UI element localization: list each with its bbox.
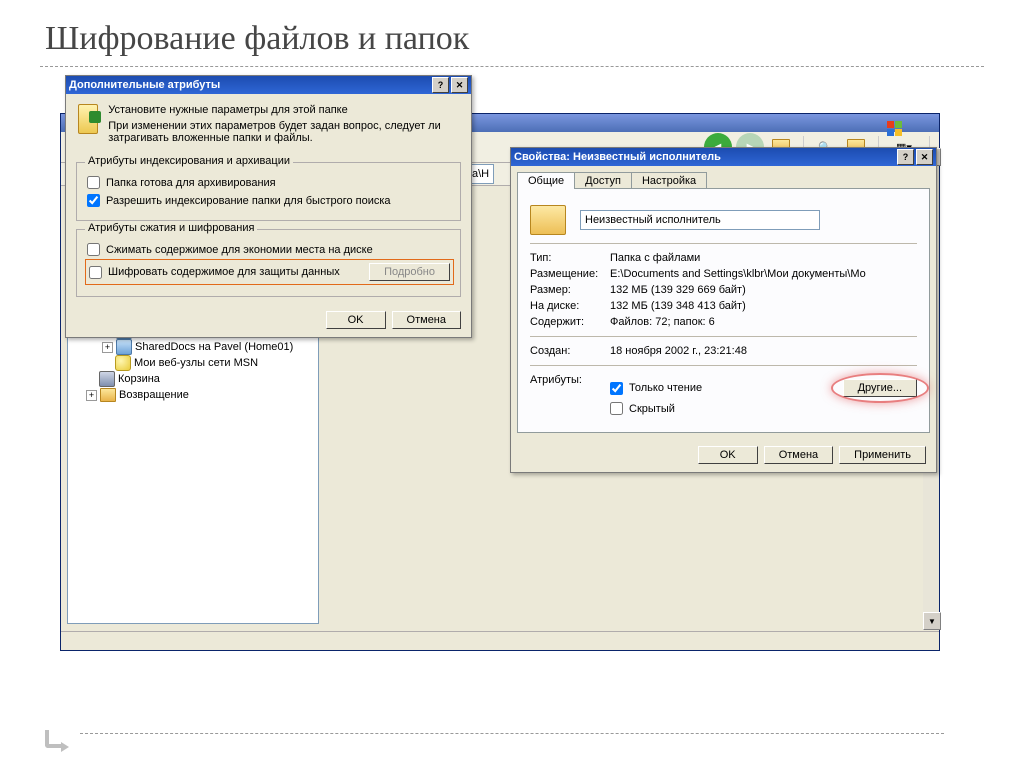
tree-item[interactable]: + SharedDocs на Pavel (Home01) [68, 339, 318, 355]
tree-item-label: Мои веб-узлы сети MSN [134, 357, 258, 369]
tab-customize[interactable]: Настройка [631, 172, 707, 189]
tree-item[interactable]: + Возвращение [68, 387, 318, 403]
tree-item[interactable]: Мои веб-узлы сети MSN [68, 355, 318, 371]
encrypt-checkbox[interactable] [89, 266, 102, 279]
advanced-button[interactable]: Другие... [843, 379, 917, 397]
divider-bottom [80, 733, 944, 734]
tree-item-label: SharedDocs на Pavel (Home01) [135, 341, 293, 353]
size-label: Размер: [530, 284, 610, 296]
adv-titlebar[interactable]: Дополнительные атрибуты ? ✕ [66, 76, 471, 94]
ok-button[interactable]: OK [326, 311, 386, 329]
adv-hint-1: Установите нужные параметры для этой пап… [108, 104, 459, 116]
tabs: Общие Доступ Настройка [511, 166, 936, 189]
archive-checkbox[interactable] [87, 176, 100, 189]
contains-value: Файлов: 72; папок: 6 [610, 316, 917, 328]
scroll-down-icon[interactable]: ▼ [923, 612, 941, 630]
apply-button[interactable]: Применить [839, 446, 926, 464]
folder-icon [115, 355, 131, 371]
folder-icon [116, 339, 132, 355]
created-label: Создан: [530, 345, 610, 357]
folder-icon [100, 388, 116, 402]
folder-icon [530, 205, 566, 235]
size-value: 132 МБ (139 329 669 байт) [610, 284, 917, 296]
slide-corner-icon [45, 730, 63, 748]
expand-icon[interactable]: + [102, 342, 113, 353]
slide-title: Шифрование файлов и папок [0, 0, 1024, 66]
hidden-checkbox[interactable] [610, 402, 623, 415]
tab-general[interactable]: Общие [517, 172, 575, 189]
properties-title: Свойства: Неизвестный исполнитель [514, 151, 721, 163]
location-value: E:\Documents and Settings\klbr\Мои докум… [610, 268, 917, 280]
group-compress-encrypt-legend: Атрибуты сжатия и шифрования [85, 222, 257, 234]
group-compress-encrypt: Атрибуты сжатия и шифрования Сжимать сод… [76, 229, 461, 297]
close-button[interactable]: ✕ [916, 149, 933, 165]
created-value: 18 ноября 2002 г., 23:21:48 [610, 345, 917, 357]
tab-sharing[interactable]: Доступ [574, 172, 632, 189]
help-button[interactable]: ? [432, 77, 449, 93]
properties-dialog: Свойства: Неизвестный исполнитель ? ✕ Об… [510, 147, 937, 473]
statusbar [61, 631, 939, 650]
readonly-label: Только чтение [629, 382, 702, 394]
hidden-label: Скрытый [629, 403, 675, 415]
windows-flag-icon [887, 121, 905, 137]
close-button[interactable]: ✕ [451, 77, 468, 93]
ok-button[interactable]: OK [698, 446, 758, 464]
sizeondisk-label: На диске: [530, 300, 610, 312]
type-label: Тип: [530, 252, 610, 264]
type-value: Папка с файлами [610, 252, 917, 264]
folder-name-input[interactable] [580, 210, 820, 230]
encrypt-label: Шифровать содержимое для защиты данных [108, 266, 340, 278]
readonly-checkbox[interactable] [610, 382, 623, 395]
divider [40, 66, 984, 67]
adv-folder-icon [78, 104, 98, 134]
contains-label: Содержит: [530, 316, 610, 328]
index-label: Разрешить индексирование папки для быстр… [106, 195, 391, 207]
cancel-button[interactable]: Отмена [764, 446, 833, 464]
location-label: Размещение: [530, 268, 610, 280]
expand-icon[interactable]: + [86, 390, 97, 401]
details-button: Подробно [369, 263, 450, 281]
group-index-archive: Атрибуты индексирования и архивации Папк… [76, 162, 461, 221]
cancel-button[interactable]: Отмена [392, 311, 461, 329]
index-checkbox[interactable] [87, 194, 100, 207]
archive-label: Папка готова для архивирования [106, 177, 276, 189]
compress-checkbox[interactable] [87, 243, 100, 256]
properties-titlebar[interactable]: Свойства: Неизвестный исполнитель ? ✕ [511, 148, 936, 166]
group-index-archive-legend: Атрибуты индексирования и архивации [85, 155, 293, 167]
help-button[interactable]: ? [897, 149, 914, 165]
folder-icon [99, 371, 115, 387]
adv-hint-2: При изменении этих параметров будет зада… [108, 120, 459, 144]
compress-label: Сжимать содержимое для экономии места на… [106, 244, 373, 256]
tree-item[interactable]: Корзина [68, 371, 318, 387]
advanced-attributes-dialog: Дополнительные атрибуты ? ✕ Установите н… [65, 75, 472, 338]
adv-title: Дополнительные атрибуты [69, 79, 220, 91]
tab-panel-general: Тип:Папка с файлами Размещение:E:\Docume… [517, 188, 930, 433]
tree-item-label: Возвращение [119, 389, 189, 401]
sizeondisk-value: 132 МБ (139 348 413 байт) [610, 300, 917, 312]
attributes-label: Атрибуты: [530, 374, 610, 386]
tree-item-label: Корзина [118, 373, 160, 385]
